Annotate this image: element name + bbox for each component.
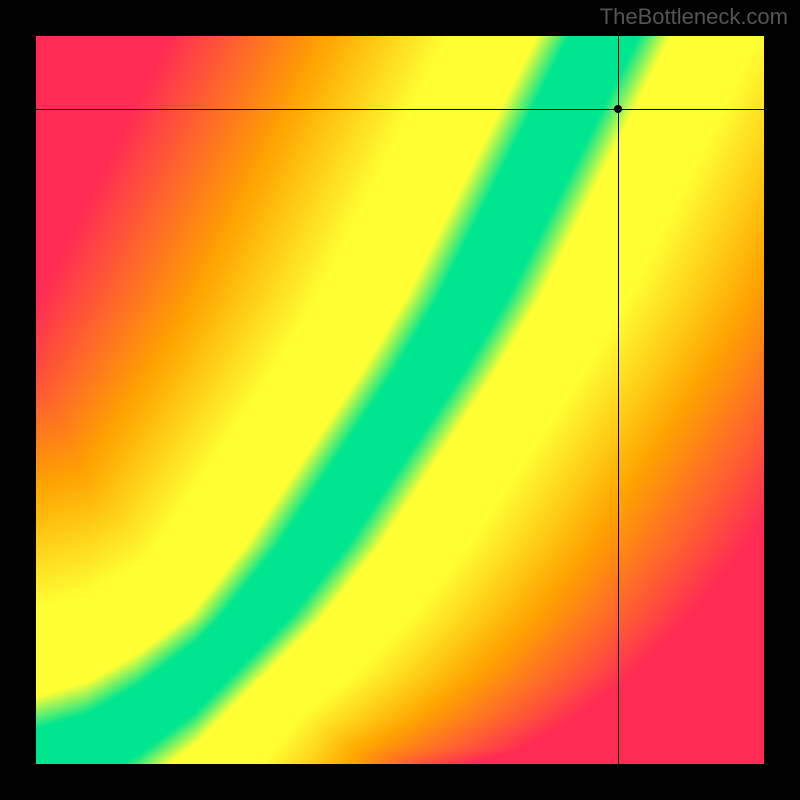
crosshair-marker <box>614 105 622 113</box>
watermark-text: TheBottleneck.com <box>600 4 788 30</box>
heatmap-canvas <box>36 36 764 764</box>
crosshair-vertical <box>618 36 619 764</box>
bottleneck-heatmap <box>36 36 764 764</box>
crosshair-horizontal <box>36 109 764 110</box>
